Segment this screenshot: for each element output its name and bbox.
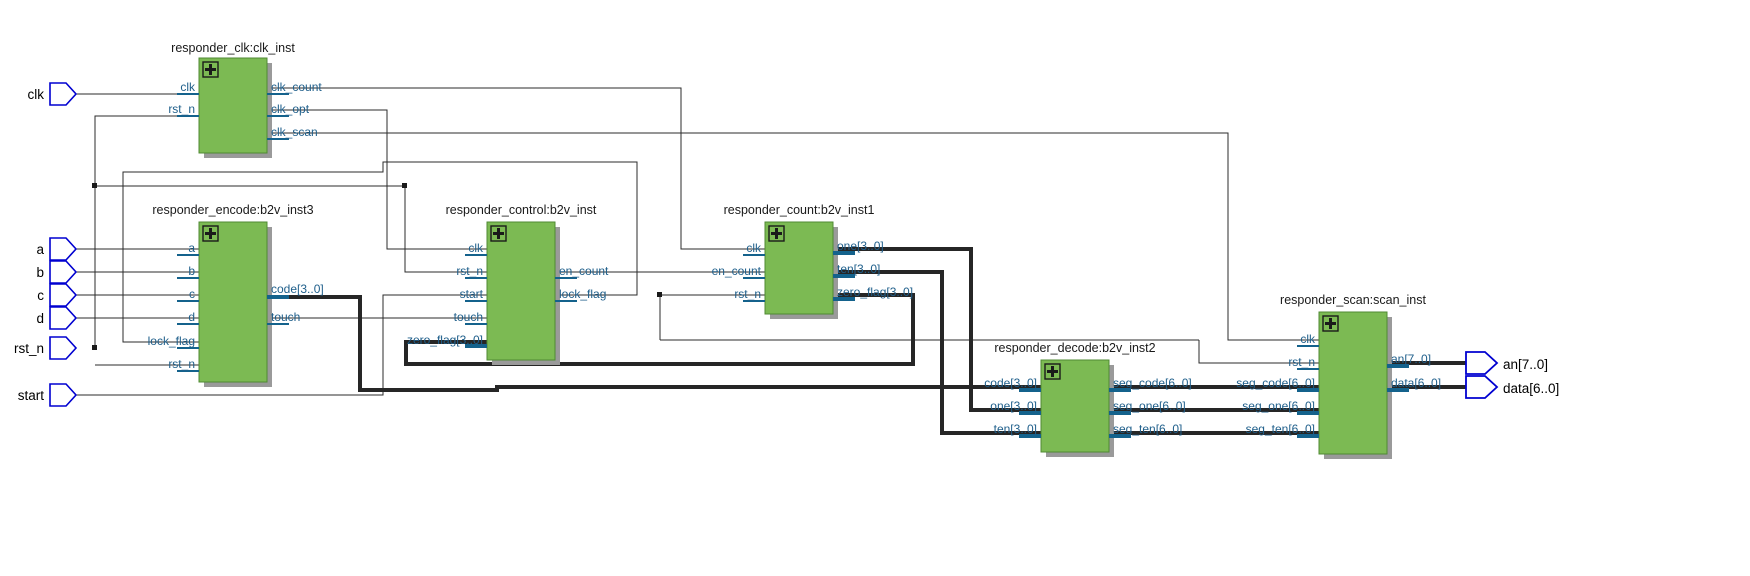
- port-label-clk: clk: [746, 241, 762, 255]
- port-label-seg_ten: seg_ten[6..0]: [1113, 422, 1182, 436]
- port-label-rst_n: rst_n: [168, 357, 195, 371]
- port-label-touch: touch: [454, 310, 483, 324]
- port-label-c: c: [189, 287, 195, 301]
- port-label-b: b: [188, 264, 195, 278]
- port-label-lock_flag: lock_flag: [148, 334, 195, 348]
- output-pin-an[interactable]: an[7..0]: [1465, 351, 1548, 375]
- pin-label: an[7..0]: [1503, 357, 1548, 372]
- port-label-data: data[6..0]: [1391, 376, 1441, 390]
- block-title: responder_scan:scan_inst: [1280, 293, 1426, 307]
- block-body: [1318, 311, 1388, 455]
- pin-label: start: [18, 388, 45, 403]
- port-label-clk_scan: clk_scan: [271, 125, 318, 139]
- port-label-start: start: [460, 287, 484, 301]
- port-label-a: a: [188, 241, 195, 255]
- pin-label: a: [36, 242, 44, 257]
- port-label-zero_flag: zero_flag[3..0]: [407, 333, 483, 347]
- port-label-ten: ten[3..0]: [994, 422, 1037, 436]
- port-label-clk: clk: [468, 241, 484, 255]
- port-label-seg_ten: seg_ten[6..0]: [1246, 422, 1315, 436]
- port-label-rst_n: rst_n: [456, 264, 483, 278]
- port-label-an: an[7..0]: [1391, 352, 1431, 366]
- port-label-zero_flag: zero_flag[3..0]: [837, 285, 913, 299]
- input-pin-rst_n[interactable]: rst_n: [14, 336, 78, 360]
- block-title: responder_decode:b2v_inst2: [994, 341, 1155, 355]
- port-label-code: code[3..0]: [984, 376, 1037, 390]
- input-pin-group[interactable]: clk a b c d rst_n start: [14, 82, 78, 407]
- port-label-en_count: en_count: [559, 264, 609, 278]
- block-body: [486, 221, 556, 361]
- output-pin-data[interactable]: data[6..0]: [1465, 375, 1559, 399]
- port-label-lock_flag: lock_flag: [559, 287, 606, 301]
- port-label-clk_opt: clk_opt: [271, 102, 310, 116]
- block-b2v_inst3[interactable]: responder_encode:b2v_inst3 a b c d lock_…: [148, 203, 324, 387]
- block-title: responder_count:b2v_inst1: [724, 203, 875, 217]
- input-pin-b[interactable]: b: [36, 260, 78, 284]
- input-pin-start[interactable]: start: [18, 383, 78, 407]
- port-label-clk: clk: [180, 80, 196, 94]
- input-pin-c[interactable]: c: [37, 283, 78, 307]
- plus-icon[interactable]: [202, 225, 219, 242]
- pin-label: c: [37, 288, 44, 303]
- port-label-touch: touch: [271, 310, 300, 324]
- plus-icon[interactable]: [768, 225, 785, 242]
- port-label-rst_n: rst_n: [168, 102, 195, 116]
- port-label-rst_n: rst_n: [734, 287, 761, 301]
- output-pin-group[interactable]: an[7..0] data[6..0]: [1465, 351, 1559, 399]
- input-pin-d[interactable]: d: [36, 306, 78, 330]
- pin-label: rst_n: [14, 341, 44, 356]
- block-clk_inst[interactable]: responder_clk:clk_inst clk rst_n clk_cou…: [168, 41, 322, 158]
- port-label-one: one[3..0]: [990, 399, 1037, 413]
- block-title: responder_control:b2v_inst: [446, 203, 597, 217]
- port-label-seg_code: seg_code[6..0]: [1236, 376, 1315, 390]
- port-label-seg_one: seg_one[6..0]: [1242, 399, 1315, 413]
- block-title: responder_encode:b2v_inst3: [152, 203, 313, 217]
- schematic-canvas[interactable]: responder_clk:clk_inst clk rst_n clk_cou…: [0, 0, 1750, 576]
- block-title: responder_clk:clk_inst: [171, 41, 295, 55]
- pin-label: clk: [28, 87, 45, 102]
- input-pin-a[interactable]: a: [36, 237, 78, 261]
- port-label-clk: clk: [1300, 332, 1316, 346]
- port-label-one: one[3..0]: [837, 239, 884, 253]
- block-b2v_inst1[interactable]: responder_count:b2v_inst1 clk en_count r…: [712, 203, 913, 319]
- port-label-seg_one: seg_one[6..0]: [1113, 399, 1186, 413]
- pin-label: b: [36, 265, 44, 280]
- block-b2v_inst[interactable]: responder_control:b2v_inst clk rst_n sta…: [407, 203, 609, 365]
- input-pin-clk[interactable]: clk: [28, 82, 78, 106]
- port-label-clk_count: clk_count: [271, 80, 322, 94]
- plus-icon[interactable]: [490, 225, 507, 242]
- port-label-seg_code: seg_code[6..0]: [1113, 376, 1192, 390]
- pin-label: data[6..0]: [1503, 381, 1559, 396]
- port-label-en_count: en_count: [712, 264, 762, 278]
- block-body: [198, 221, 268, 383]
- plus-icon[interactable]: [1322, 315, 1339, 332]
- port-label-rst_n: rst_n: [1288, 355, 1315, 369]
- block-layer[interactable]: responder_clk:clk_inst clk rst_n clk_cou…: [0, 0, 1750, 576]
- block-scan_inst[interactable]: responder_scan:scan_inst clk rst_n seg_c…: [1236, 293, 1441, 459]
- plus-icon[interactable]: [202, 61, 219, 78]
- plus-icon[interactable]: [1044, 363, 1061, 380]
- port-label-ten: ten[3..0]: [837, 262, 880, 276]
- port-label-code: code[3..0]: [271, 282, 324, 296]
- block-b2v_inst2[interactable]: responder_decode:b2v_inst2 code[3..0] on…: [984, 341, 1192, 457]
- port-label-d: d: [188, 310, 195, 324]
- pin-label: d: [36, 311, 44, 326]
